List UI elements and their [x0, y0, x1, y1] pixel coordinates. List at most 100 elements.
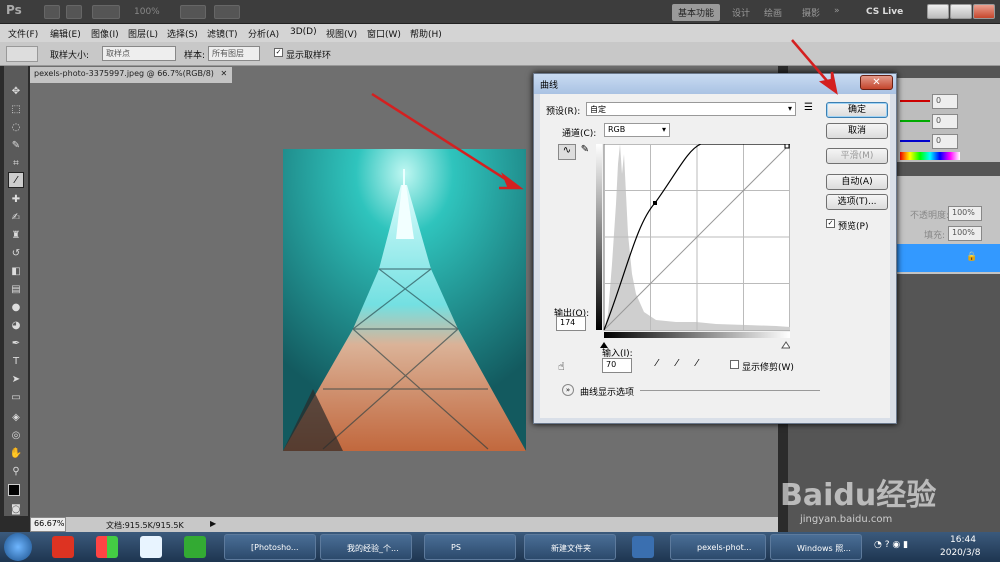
blur-tool-icon[interactable]: ● — [8, 300, 24, 316]
crop-tool-icon[interactable]: ⌗ — [8, 156, 24, 172]
dodge-tool-icon[interactable]: ◕ — [8, 318, 24, 334]
menu-view[interactable]: 视图(V) — [326, 27, 357, 40]
hand-tool-icon[interactable]: ✋ — [8, 446, 24, 462]
foreground-color-swatch[interactable] — [8, 484, 20, 496]
preview-checkbox[interactable]: ✓ — [826, 219, 835, 228]
arrange-documents-icon[interactable] — [180, 5, 206, 19]
task-photoshop-browser[interactable]: [Photosho... — [224, 534, 316, 560]
path-select-icon[interactable]: ➤ — [8, 372, 24, 388]
menu-3d[interactable]: 3D(D) — [290, 27, 317, 37]
minibridge-icon[interactable] — [66, 5, 82, 19]
zoom-level[interactable]: 100% — [134, 7, 160, 17]
status-menu-icon[interactable]: ▶ — [210, 519, 216, 528]
lasso-tool-icon[interactable]: ◌ — [8, 120, 24, 136]
black-eyedropper-icon[interactable]: ⁄ — [656, 358, 658, 369]
sample-size-select[interactable]: 取样点 — [102, 46, 176, 61]
flower-app-icon[interactable] — [140, 536, 162, 558]
curve-edit-icon[interactable]: ∿ — [558, 144, 576, 160]
fill-input[interactable]: 100% — [948, 226, 982, 241]
brush-tool-icon[interactable]: ✍ — [8, 210, 24, 226]
cs-live-menu[interactable]: CS Live — [866, 7, 903, 17]
dialog-close-button[interactable]: ✕ — [860, 75, 893, 90]
gray-eyedropper-icon[interactable]: ⁄ — [676, 358, 678, 369]
pen-tool-icon[interactable]: ✒ — [8, 336, 24, 352]
menu-window[interactable]: 窗口(W) — [367, 27, 401, 40]
screen-mode-icon[interactable] — [214, 5, 240, 19]
auto-button[interactable]: 自动(A) — [826, 174, 888, 190]
menu-edit[interactable]: 编辑(E) — [50, 27, 81, 40]
eyedropper-tool-icon[interactable]: ⁄ — [8, 172, 24, 188]
type-tool-icon[interactable]: T — [8, 354, 24, 370]
layer-row-background[interactable]: 🔒 — [896, 244, 1000, 272]
workspace-design[interactable]: 设计 — [726, 4, 756, 21]
workspace-photography[interactable]: 摄影 — [796, 4, 826, 21]
ok-button[interactable]: 确定 — [826, 102, 888, 118]
red-slider[interactable] — [900, 100, 930, 102]
task-new-folder[interactable]: 新建文件夹 — [524, 534, 616, 560]
blue-slider[interactable] — [900, 140, 930, 142]
options-button[interactable]: 选项(T)... — [826, 194, 888, 210]
3d-orbit-icon[interactable]: ◎ — [8, 428, 24, 444]
photo-canvas[interactable] — [283, 149, 526, 451]
menu-select[interactable]: 选择(S) — [167, 27, 198, 40]
green-slider[interactable] — [900, 120, 930, 122]
preset-options-icon[interactable]: ☰ — [804, 102, 813, 113]
input-input[interactable]: 70 — [602, 358, 632, 373]
channel-select[interactable]: RGB ▾ — [604, 123, 670, 137]
healing-brush-icon[interactable]: ✚ — [8, 192, 24, 208]
white-eyedropper-icon[interactable]: ⁄ — [696, 358, 698, 369]
menu-analysis[interactable]: 分析(A) — [248, 27, 279, 40]
youdao-icon[interactable] — [52, 536, 74, 558]
eyedropper-tool-preset-icon[interactable] — [6, 46, 38, 62]
cancel-button[interactable]: 取消 — [826, 123, 888, 139]
history-brush-icon[interactable]: ↺ — [8, 246, 24, 262]
extras-dropdown-icon[interactable] — [92, 5, 120, 19]
app-grid-icon[interactable] — [96, 536, 118, 558]
sigma-app-icon[interactable] — [632, 536, 654, 558]
close-tab-icon[interactable]: ✕ — [220, 69, 227, 78]
show-ring-checkbox[interactable]: ✓ — [274, 48, 283, 57]
menu-help[interactable]: 帮助(H) — [410, 27, 442, 40]
task-ps-folder[interactable]: PS — [424, 534, 516, 560]
stamp-tool-icon[interactable]: ♜ — [8, 228, 24, 244]
smooth-button[interactable]: 平滑(M) — [826, 148, 888, 164]
opacity-input[interactable]: 100% — [948, 206, 982, 221]
marquee-tool-icon[interactable]: ⬚ — [8, 102, 24, 118]
green-value[interactable]: 0 — [932, 114, 958, 129]
gradient-tool-icon[interactable]: ▤ — [8, 282, 24, 298]
blue-value[interactable]: 0 — [932, 134, 958, 149]
bridge-icon[interactable] — [44, 5, 60, 19]
target-adjust-icon[interactable]: ☝ — [558, 360, 565, 373]
more-workspaces-icon[interactable]: » — [828, 4, 846, 21]
document-tab[interactable]: pexels-photo-3375997.jpeg @ 66.7%(RGB/8)… — [30, 67, 232, 83]
tray-icons[interactable]: ◔ ? ◉ ▮ — [874, 540, 908, 550]
3d-rotate-icon[interactable]: ◈ — [8, 410, 24, 426]
curve-graph[interactable] — [596, 144, 790, 350]
show-clipping-checkbox[interactable] — [730, 360, 739, 369]
quick-mask-icon[interactable]: ◙ — [8, 502, 24, 518]
color-spectrum[interactable] — [900, 152, 960, 160]
menu-file[interactable]: 文件(F) — [8, 27, 38, 40]
display-options-label[interactable]: 曲线显示选项 — [580, 385, 634, 398]
task-windows-photos[interactable]: Windows 照... — [770, 534, 862, 560]
preset-select[interactable]: 自定 ▾ — [586, 102, 796, 116]
curve-endpoint[interactable] — [784, 144, 790, 149]
expand-options-icon[interactable]: » — [562, 384, 574, 396]
eraser-tool-icon[interactable]: ◧ — [8, 264, 24, 280]
pencil-draw-icon[interactable]: ✎ — [578, 144, 592, 160]
status-zoom[interactable]: 66.67% — [30, 517, 66, 532]
close-window-button[interactable] — [973, 4, 995, 19]
workspace-essentials[interactable]: 基本功能 — [672, 4, 721, 21]
minimize-button[interactable] — [927, 4, 949, 19]
restore-button[interactable] — [950, 4, 972, 19]
output-input[interactable]: 174 — [556, 316, 586, 331]
office-icon[interactable] — [184, 536, 206, 558]
white-point-slider[interactable] — [781, 341, 790, 349]
move-tool-icon[interactable]: ✥ — [8, 84, 24, 100]
workspace-painting[interactable]: 绘画 — [758, 4, 788, 21]
sample-select[interactable]: 所有图层 — [208, 46, 260, 61]
menu-image[interactable]: 图像(I) — [91, 27, 119, 40]
menu-filter[interactable]: 滤镜(T) — [207, 27, 238, 40]
curve-control-point[interactable] — [653, 201, 657, 205]
clock-time[interactable]: 16:44 — [950, 535, 976, 545]
